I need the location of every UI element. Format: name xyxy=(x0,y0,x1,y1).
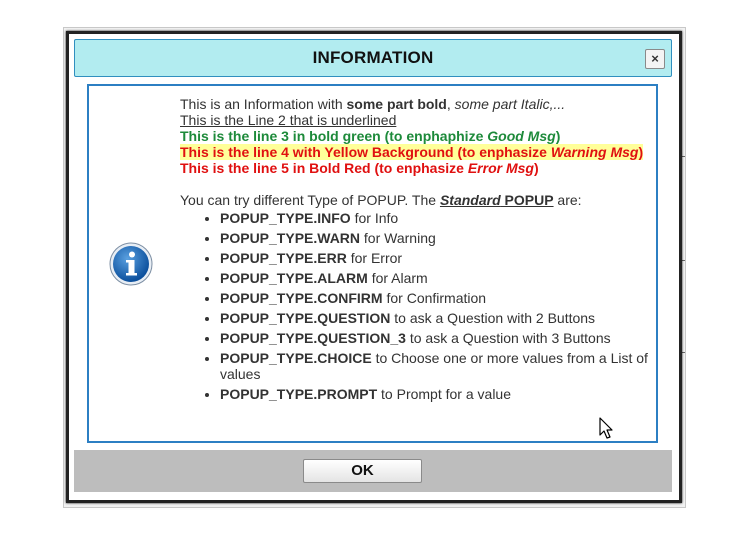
popup-types-list: POPUP_TYPE.INFO for Info POPUP_TYPE.WARN … xyxy=(180,210,650,402)
close-icon: × xyxy=(651,51,659,66)
dialog-title: INFORMATION xyxy=(312,48,434,67)
popup-type-desc: to ask a Question with 3 Buttons xyxy=(405,330,611,346)
intro-text: You can try different Type of POPUP. The xyxy=(180,192,440,208)
popup-type-name: POPUP_TYPE.CONFIRM xyxy=(220,290,383,306)
popup-type-name: POPUP_TYPE.PROMPT xyxy=(220,386,378,402)
intro-standard: Standard xyxy=(439,192,501,208)
popup-type-desc: for Confirmation xyxy=(382,290,487,306)
line3-end: ) xyxy=(555,128,561,144)
button-bar: OK xyxy=(74,450,672,492)
popup-type-item: POPUP_TYPE.ERR for Error xyxy=(220,250,650,266)
popup-type-name: POPUP_TYPE.WARN xyxy=(220,230,361,246)
popup-type-item: POPUP_TYPE.QUESTION to ask a Question wi… xyxy=(220,310,650,326)
line1-italic: some part Italic,... xyxy=(454,96,566,112)
close-button[interactable]: × xyxy=(645,49,665,69)
line3-italic: Good Msg xyxy=(487,128,556,144)
intro-end: are: xyxy=(553,192,582,208)
popup-type-desc: for Warning xyxy=(360,230,436,246)
popup-types-intro: You can try different Type of POPUP. The… xyxy=(180,192,650,208)
message-line-1: This is an Information with some part bo… xyxy=(180,96,650,112)
line1-comma: , xyxy=(446,96,455,112)
message-line-3: This is the line 3 in bold green (to enp… xyxy=(180,128,650,144)
line1-text: This is an Information with xyxy=(180,96,347,112)
popup-type-desc: for Error xyxy=(346,250,403,266)
line4-end: ) xyxy=(638,144,644,160)
popup-type-item: POPUP_TYPE.PROMPT to Prompt for a value xyxy=(220,386,650,402)
popup-type-item: POPUP_TYPE.QUESTION_3 to ask a Question … xyxy=(220,330,650,346)
message-line-5: This is the line 5 in Bold Red (to enpha… xyxy=(180,160,650,176)
ok-button[interactable]: OK xyxy=(303,459,422,483)
intro-popup: POPUP xyxy=(500,192,554,208)
message-line-4: This is the line 4 with Yellow Backgroun… xyxy=(180,144,650,160)
popup-type-name: POPUP_TYPE.QUESTION xyxy=(220,310,391,326)
message-box: This is an Information with some part bo… xyxy=(87,84,658,443)
message-line-2: This is the Line 2 that is underlined xyxy=(180,112,397,128)
popup-type-name: POPUP_TYPE.CHOICE xyxy=(220,350,372,366)
info-icon xyxy=(109,242,153,286)
line1-bold: some part bold xyxy=(346,96,447,112)
dialog-title-bar[interactable]: INFORMATION × xyxy=(74,39,672,77)
popup-type-name: POPUP_TYPE.ERR xyxy=(220,250,347,266)
popup-type-desc: for Info xyxy=(350,210,399,226)
line3-text: This is the line 3 in bold green (to enp… xyxy=(180,128,488,144)
popup-type-name: POPUP_TYPE.ALARM xyxy=(220,270,368,286)
popup-type-desc: for Alarm xyxy=(367,270,428,286)
popup-type-desc: to ask a Question with 2 Buttons xyxy=(390,310,596,326)
mouse-cursor-icon xyxy=(599,417,613,439)
line5-end: ) xyxy=(533,160,539,176)
line5-italic: Error Msg xyxy=(467,160,534,176)
information-dialog: INFORMATION × This is an Information wit… xyxy=(66,31,682,503)
popup-type-desc: to Prompt for a value xyxy=(377,386,511,402)
popup-type-name: POPUP_TYPE.QUESTION_3 xyxy=(220,330,406,346)
popup-type-item: POPUP_TYPE.ALARM for Alarm xyxy=(220,270,650,286)
popup-type-name: POPUP_TYPE.INFO xyxy=(220,210,351,226)
popup-type-item: POPUP_TYPE.CONFIRM for Confirmation xyxy=(220,290,650,306)
line5-text: This is the line 5 in Bold Red (to enpha… xyxy=(180,160,468,176)
line4-italic: Warning Msg xyxy=(550,144,639,160)
popup-type-item: POPUP_TYPE.WARN for Warning xyxy=(220,230,650,246)
message-text: This is an Information with some part bo… xyxy=(180,96,650,406)
line4-text: This is the line 4 with Yellow Backgroun… xyxy=(180,144,551,160)
popup-type-item: POPUP_TYPE.CHOICE to Choose one or more … xyxy=(220,350,650,382)
popup-type-item: POPUP_TYPE.INFO for Info xyxy=(220,210,650,226)
